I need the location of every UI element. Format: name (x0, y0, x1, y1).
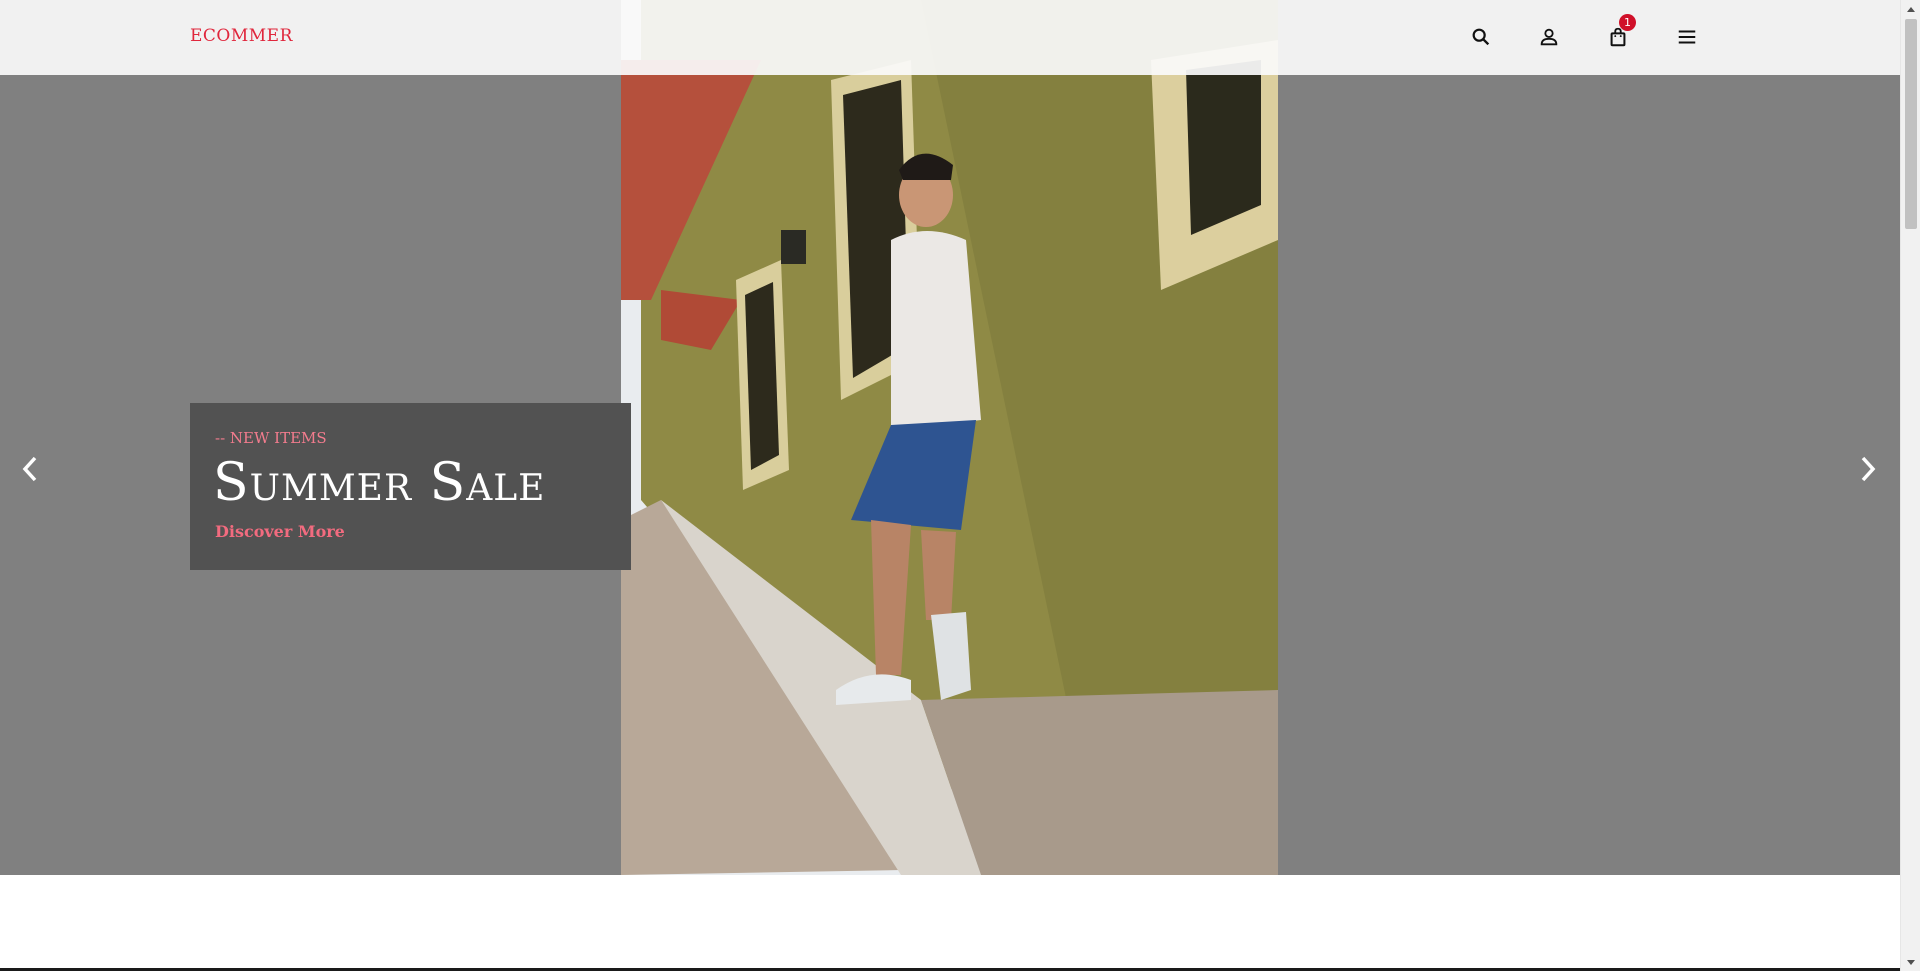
next-slide-button[interactable] (1853, 452, 1883, 486)
scroll-down-arrow-icon[interactable] (1901, 954, 1920, 971)
site-logo[interactable]: ECOMMER (190, 26, 293, 46)
account-button[interactable] (1534, 22, 1564, 52)
menu-button[interactable] (1672, 22, 1702, 52)
cart-count-badge: 1 (1619, 14, 1636, 31)
chevron-right-icon (1861, 456, 1876, 482)
scroll-up-arrow-icon[interactable] (1901, 0, 1920, 17)
search-button[interactable] (1466, 22, 1496, 52)
prev-slide-button[interactable] (15, 452, 45, 486)
chevron-left-icon (22, 456, 37, 482)
slide-caption: -- NEW ITEMS Summer Sale Discover More (190, 403, 631, 570)
search-icon (1472, 28, 1490, 46)
vertical-scrollbar[interactable] (1900, 0, 1920, 971)
scrollbar-thumb[interactable] (1905, 19, 1917, 229)
hero-image (621, 0, 1278, 875)
user-icon (1540, 28, 1558, 46)
cart-button[interactable]: 1 (1603, 14, 1636, 52)
slide-title: Summer Sale (213, 453, 546, 513)
hero-slider: -- NEW ITEMS Summer Sale Discover More (0, 0, 1900, 875)
slide-subtitle: -- NEW ITEMS (215, 429, 327, 447)
site-header: ECOMMER 1 (0, 0, 1900, 75)
discover-more-link[interactable]: Discover More (215, 522, 345, 541)
menu-icon (1678, 30, 1696, 44)
